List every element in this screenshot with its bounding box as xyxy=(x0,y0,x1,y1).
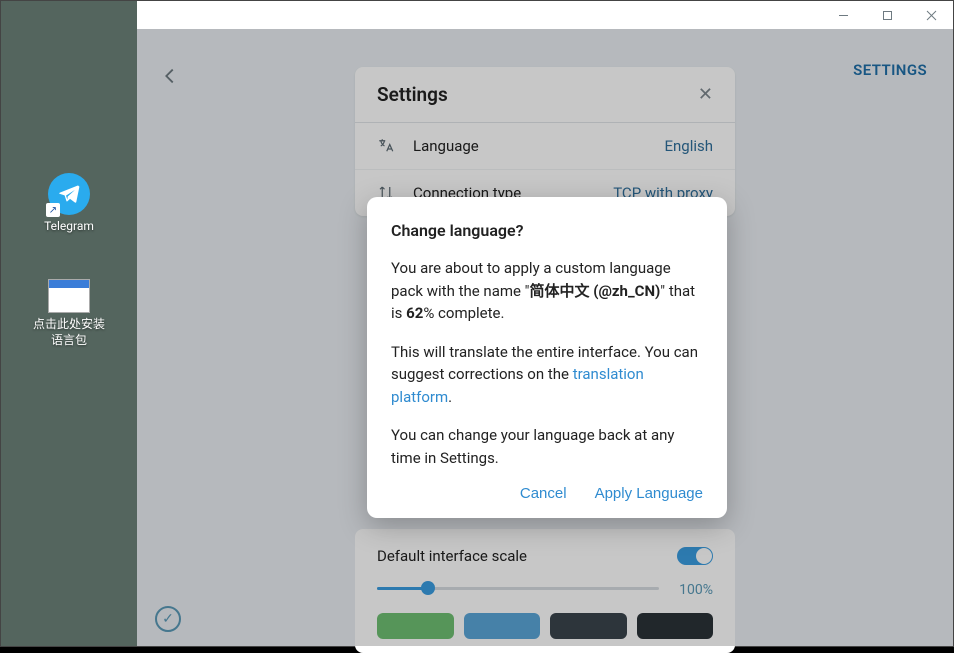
language-icon xyxy=(377,137,397,155)
desktop-shortcut-label: Telegram xyxy=(44,219,94,235)
dialog-body-3: You can change your language back at any… xyxy=(391,424,703,469)
telegram-window: SETTINGS ✓ Settings ✕ Language English xyxy=(137,1,953,646)
theme-chip[interactable] xyxy=(637,613,714,639)
window-close-button[interactable] xyxy=(909,1,953,29)
theme-chip[interactable] xyxy=(377,613,454,639)
close-icon[interactable]: ✕ xyxy=(698,84,713,105)
shortcut-arrow-icon: ↗ xyxy=(46,203,60,217)
window-minimize-button[interactable] xyxy=(821,1,865,29)
settings-header-link[interactable]: SETTINGS xyxy=(853,61,927,79)
window-maximize-button[interactable] xyxy=(865,1,909,29)
desktop-shortcut-telegram[interactable]: ↗ Telegram xyxy=(1,173,137,235)
settings-row-label: Language xyxy=(413,137,648,155)
interface-scale-card: Default interface scale 100% xyxy=(355,529,735,653)
theme-chip[interactable] xyxy=(464,613,541,639)
apply-language-button[interactable]: Apply Language xyxy=(595,485,703,502)
verified-shield-icon: ✓ xyxy=(155,606,181,632)
telegram-icon: ↗ xyxy=(48,173,90,215)
scale-percent: 100% xyxy=(673,582,713,598)
panel-title: Settings xyxy=(377,83,448,106)
theme-chip[interactable] xyxy=(550,613,627,639)
window-titlebar xyxy=(137,1,953,29)
file-icon xyxy=(48,279,90,313)
desktop-shortcut-langpack[interactable]: 点击此处安装 语言包 xyxy=(1,279,137,348)
scale-title: Default interface scale xyxy=(377,547,527,565)
scale-toggle[interactable] xyxy=(677,547,713,565)
settings-row-language[interactable]: Language English xyxy=(355,123,735,169)
dialog-body-2: This will translate the entire interface… xyxy=(391,341,703,409)
dialog-body-1: You are about to apply a custom language… xyxy=(391,257,703,325)
back-button[interactable] xyxy=(159,65,181,91)
desktop-area: ↗ Telegram 点击此处安装 语言包 xyxy=(1,1,137,646)
desktop-shortcut-label: 点击此处安装 语言包 xyxy=(33,317,105,348)
dialog-title: Change language? xyxy=(391,219,703,243)
change-language-dialog: Change language? You are about to apply … xyxy=(367,197,727,518)
settings-row-value: English xyxy=(664,137,713,155)
settings-panel: Settings ✕ Language English Connection t… xyxy=(355,67,735,216)
scale-slider[interactable] xyxy=(377,581,659,595)
theme-previews xyxy=(377,613,713,639)
cancel-button[interactable]: Cancel xyxy=(520,485,567,502)
